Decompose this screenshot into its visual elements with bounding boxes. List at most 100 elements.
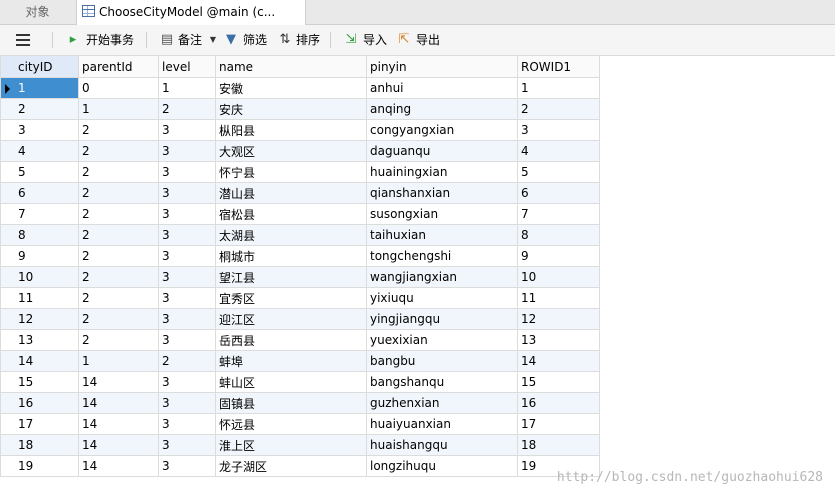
table-cell[interactable]: daguanqu	[366, 140, 518, 162]
filter-button[interactable]: 筛选	[243, 25, 267, 55]
table-cell[interactable]: 7	[0, 203, 79, 225]
table-cell[interactable]: 5	[517, 161, 600, 183]
table-row[interactable]: 12 2 3 迎江区 yingjiangqu 12	[0, 308, 600, 330]
table-cell[interactable]: 3	[158, 182, 216, 204]
table-cell[interactable]: yixiuqu	[366, 287, 518, 309]
table-cell[interactable]: 9	[517, 245, 600, 267]
table-cell[interactable]: taihuxian	[366, 224, 518, 246]
table-cell[interactable]: 2	[0, 98, 79, 120]
table-cell[interactable]: 9	[0, 245, 79, 267]
table-cell[interactable]: 3	[158, 161, 216, 183]
table-cell[interactable]: 18	[517, 434, 600, 456]
table-cell[interactable]: 2	[78, 329, 159, 351]
table-cell[interactable]: 10	[517, 266, 600, 288]
table-cell[interactable]: 3	[158, 455, 216, 477]
table-cell[interactable]: 7	[517, 203, 600, 225]
table-cell[interactable]: 3	[158, 308, 216, 330]
table-cell[interactable]: 宜秀区	[215, 287, 367, 309]
table-cell[interactable]: 14	[78, 455, 159, 477]
table-cell[interactable]: 11	[0, 287, 79, 309]
table-cell[interactable]: 龙子湖区	[215, 455, 367, 477]
table-row[interactable]: 11 2 3 宜秀区 yixiuqu 11	[0, 287, 600, 309]
table-cell[interactable]: 10	[0, 266, 79, 288]
table-cell[interactable]: 3	[158, 287, 216, 309]
table-cell[interactable]: 6	[0, 182, 79, 204]
table-cell[interactable]: 2	[78, 119, 159, 141]
sort-button[interactable]: 排序	[296, 25, 320, 55]
table-cell[interactable]: 3	[158, 266, 216, 288]
table-cell[interactable]: 迎江区	[215, 308, 367, 330]
table-cell[interactable]: 太湖县	[215, 224, 367, 246]
table-cell[interactable]: 枞阳县	[215, 119, 367, 141]
table-row[interactable]: 4 2 3 大观区 daguanqu 4	[0, 140, 600, 162]
table-cell[interactable]: 3	[158, 140, 216, 162]
table-row[interactable]: 8 2 3 太湖县 taihuxian 8	[0, 224, 600, 246]
export-button[interactable]: 导出	[416, 25, 440, 55]
column-header[interactable]: name	[215, 55, 367, 78]
table-cell[interactable]: 19	[0, 455, 79, 477]
table-cell[interactable]: yuexixian	[366, 329, 518, 351]
table-cell[interactable]: 2	[78, 224, 159, 246]
table-row[interactable]: 1 0 1 安徽 anhui 1	[0, 77, 600, 99]
table-row[interactable]: 15 14 3 蚌山区 bangshanqu 15	[0, 371, 600, 393]
table-cell[interactable]: 3	[158, 329, 216, 351]
table-cell[interactable]: 望江县	[215, 266, 367, 288]
menu-icon[interactable]	[16, 34, 30, 46]
table-cell[interactable]: 桐城市	[215, 245, 367, 267]
table-cell[interactable]: anhui	[366, 77, 518, 99]
table-cell[interactable]: tongchengshi	[366, 245, 518, 267]
table-cell[interactable]: qianshanxian	[366, 182, 518, 204]
table-cell[interactable]: 15	[517, 371, 600, 393]
table-cell[interactable]: 3	[158, 245, 216, 267]
column-header[interactable]: ROWID1	[517, 55, 600, 78]
table-row[interactable]: 17 14 3 怀远县 huaiyuanxian 17	[0, 413, 600, 435]
table-cell[interactable]: 固镇县	[215, 392, 367, 414]
begin-transaction-button[interactable]: 开始事务	[86, 25, 134, 55]
data-grid[interactable]: cityID parentId level name pinyin ROWID1…	[0, 55, 600, 477]
table-cell[interactable]: bangshanqu	[366, 371, 518, 393]
table-cell[interactable]: 14	[78, 413, 159, 435]
table-row[interactable]: 7 2 3 宿松县 susongxian 7	[0, 203, 600, 225]
table-cell[interactable]: 14	[517, 350, 600, 372]
table-row[interactable]: 16 14 3 固镇县 guzhenxian 16	[0, 392, 600, 414]
column-header[interactable]: parentId	[78, 55, 159, 78]
table-cell[interactable]: 15	[0, 371, 79, 393]
table-cell[interactable]: 淮上区	[215, 434, 367, 456]
table-cell[interactable]: 17	[517, 413, 600, 435]
table-cell[interactable]: 3	[158, 203, 216, 225]
table-cell[interactable]: congyangxian	[366, 119, 518, 141]
table-cell[interactable]: 潜山县	[215, 182, 367, 204]
table-cell[interactable]: 18	[0, 434, 79, 456]
table-cell[interactable]: 13	[0, 329, 79, 351]
table-cell[interactable]: huainingxian	[366, 161, 518, 183]
table-cell[interactable]: 2	[78, 161, 159, 183]
table-cell[interactable]: 2	[78, 203, 159, 225]
table-cell[interactable]: 5	[0, 161, 79, 183]
table-cell[interactable]: 2	[517, 98, 600, 120]
table-cell[interactable]: 3	[158, 392, 216, 414]
table-cell[interactable]: 3	[517, 119, 600, 141]
table-cell[interactable]: 岳西县	[215, 329, 367, 351]
table-cell[interactable]: 1	[78, 350, 159, 372]
table-cell[interactable]: 12	[517, 308, 600, 330]
table-cell[interactable]: 6	[517, 182, 600, 204]
table-cell[interactable]: 大观区	[215, 140, 367, 162]
table-cell[interactable]: 2	[78, 245, 159, 267]
table-cell[interactable]: 8	[0, 224, 79, 246]
table-cell[interactable]: guzhenxian	[366, 392, 518, 414]
table-row[interactable]: 19 14 3 龙子湖区 longzihuqu 19	[0, 455, 600, 477]
chevron-down-icon[interactable]: ▼	[206, 33, 220, 47]
table-cell[interactable]: 2	[78, 182, 159, 204]
table-cell[interactable]: 14	[0, 350, 79, 372]
table-cell[interactable]: 14	[78, 371, 159, 393]
table-cell[interactable]: 2	[78, 308, 159, 330]
table-row[interactable]: 9 2 3 桐城市 tongchengshi 9	[0, 245, 600, 267]
table-cell[interactable]: yingjiangqu	[366, 308, 518, 330]
table-cell[interactable]: 13	[517, 329, 600, 351]
table-cell[interactable]: 11	[517, 287, 600, 309]
table-cell[interactable]: 2	[158, 350, 216, 372]
column-header[interactable]: level	[158, 55, 216, 78]
table-cell[interactable]: 3	[158, 119, 216, 141]
table-cell[interactable]: 14	[78, 392, 159, 414]
table-cell[interactable]: 1	[0, 77, 79, 99]
